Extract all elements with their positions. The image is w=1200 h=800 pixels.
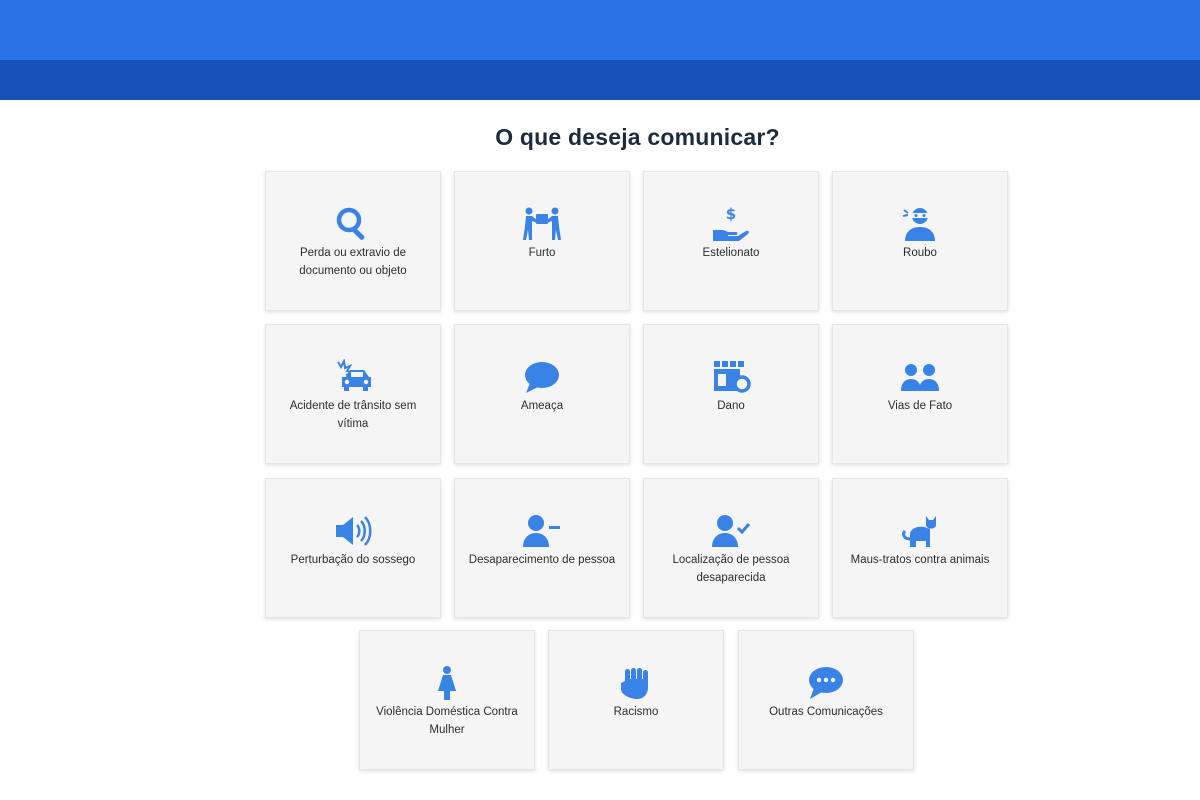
option-label: Roubo xyxy=(903,247,937,259)
chat-dots-icon xyxy=(806,665,846,701)
hand-dollar-icon: $ xyxy=(711,206,751,242)
option-desaparecimento-pessoa[interactable]: Desaparecimento de pessoa xyxy=(454,478,630,618)
option-label: Furto xyxy=(528,247,556,259)
option-label: Maus-tratos contra animais xyxy=(850,554,990,566)
option-label: Dano xyxy=(717,400,745,412)
option-racismo[interactable]: Racismo xyxy=(548,630,724,770)
person-minus-icon xyxy=(522,513,562,549)
option-acidente-transito[interactable]: Acidente de trânsito sem vítima xyxy=(265,324,441,464)
option-perda-extravio[interactable]: Perda ou extravio de documento ou objeto xyxy=(265,171,441,311)
option-label: Acidente de trânsito sem vítima xyxy=(289,400,417,430)
option-label: Desaparecimento de pessoa xyxy=(468,554,616,566)
option-dano[interactable]: Dano xyxy=(643,324,819,464)
option-violencia-domestica[interactable]: Violência Doméstica Contra Mulher xyxy=(359,630,535,770)
cat-icon xyxy=(900,513,940,549)
people-carrying-box-icon xyxy=(522,206,562,242)
option-label: Estelionato xyxy=(702,247,760,259)
option-label: Perturbação do sossego xyxy=(290,554,416,566)
option-furto[interactable]: Furto xyxy=(454,171,630,311)
masked-robber-icon xyxy=(900,206,940,242)
woman-icon xyxy=(427,665,467,701)
option-label: Perda ou extravio de documento ou objeto xyxy=(299,247,407,277)
search-icon xyxy=(333,206,373,242)
option-vias-de-fato[interactable]: Vias de Fato xyxy=(832,324,1008,464)
two-people-icon xyxy=(900,359,940,395)
svg-text:$: $ xyxy=(726,206,736,223)
options-grid: Perda ou extravio de documento ou objeto… xyxy=(0,0,1200,800)
loudspeaker-icon xyxy=(333,513,373,549)
raised-fist-icon xyxy=(616,665,656,701)
person-check-icon xyxy=(711,513,751,549)
option-label: Vias de Fato xyxy=(887,400,953,412)
option-estelionato[interactable]: $ Estelionato xyxy=(643,171,819,311)
option-maus-tratos-animais[interactable]: Maus-tratos contra animais xyxy=(832,478,1008,618)
option-perturbacao-sossego[interactable]: Perturbação do sossego xyxy=(265,478,441,618)
option-label: Racismo xyxy=(613,706,659,718)
option-label: Violência Doméstica Contra Mulher xyxy=(376,706,518,736)
broken-storefront-icon xyxy=(711,359,751,395)
option-roubo[interactable]: Roubo xyxy=(832,171,1008,311)
option-ameaca[interactable]: Ameaça xyxy=(454,324,630,464)
car-crash-icon xyxy=(333,359,373,395)
option-outras-comunicacoes[interactable]: Outras Comunicações xyxy=(738,630,914,770)
option-label: Ameaça xyxy=(520,400,564,412)
option-localizacao-pessoa[interactable]: Localização de pessoa desaparecida xyxy=(643,478,819,618)
option-label: Outras Comunicações xyxy=(769,706,883,718)
speech-bubble-icon xyxy=(522,359,562,395)
option-label: Localização de pessoa desaparecida xyxy=(672,554,790,584)
